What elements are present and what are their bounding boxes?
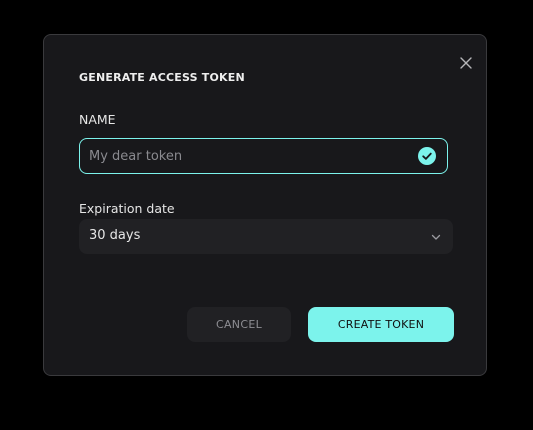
generate-token-dialog: GENERATE ACCESS TOKEN NAME Expiration da…	[43, 34, 487, 376]
close-icon	[457, 54, 475, 72]
name-field[interactable]	[79, 138, 448, 174]
name-label: NAME	[79, 112, 116, 127]
expiration-select[interactable]: 30 days	[79, 219, 453, 254]
dialog-title: GENERATE ACCESS TOKEN	[79, 71, 245, 84]
expiration-selected-value: 30 days	[89, 228, 141, 243]
create-token-button[interactable]: CREATE TOKEN	[308, 307, 454, 342]
check-circle-icon	[418, 147, 436, 165]
name-input[interactable]	[89, 139, 409, 173]
expiration-label: Expiration date	[79, 201, 175, 216]
close-button[interactable]	[457, 54, 475, 72]
chevron-down-icon	[430, 231, 442, 243]
cancel-button[interactable]: CANCEL	[187, 307, 291, 342]
